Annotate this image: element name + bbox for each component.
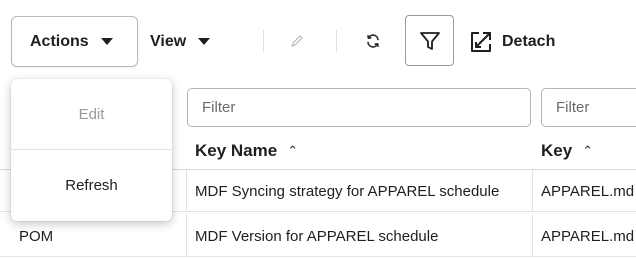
caret-down-icon [198, 38, 211, 45]
column-header-key-name[interactable]: Key Name ⌃ [195, 132, 298, 170]
detach-label: Detach [502, 32, 556, 50]
table-view: Actions View Detach Filter Filter Key Na… [0, 0, 636, 259]
row-id-cell: POM [19, 227, 54, 245]
toolbar: Actions View Detach [0, 0, 636, 84]
filter-icon [419, 31, 440, 50]
actions-label: Actions [30, 32, 89, 50]
key-name-cell: MDF Syncing strategy for APPAREL schedul… [195, 182, 500, 200]
column-divider [186, 215, 187, 257]
actions-menu-button[interactable]: Actions [11, 16, 138, 67]
toolbar-divider [263, 30, 264, 52]
view-label: View [150, 32, 187, 50]
key-cell: APPAREL.md [541, 227, 635, 245]
detach-icon [471, 31, 491, 52]
column-divider [532, 170, 533, 212]
table-row[interactable]: POM MDF Version for APPAREL schedule APP… [0, 215, 636, 257]
actions-dropdown-menu: Edit Refresh [11, 79, 172, 221]
key-cell: APPAREL.md [541, 182, 635, 200]
refresh-icon [367, 34, 379, 48]
refresh-button[interactable] [358, 24, 388, 58]
sort-icon[interactable]: ⌃ [582, 143, 593, 159]
key-name-cell: MDF Version for APPAREL schedule [195, 227, 439, 245]
detach-button[interactable]: Detach [469, 16, 555, 67]
menu-item-edit: Edit [78, 105, 105, 123]
edit-button[interactable] [282, 24, 312, 58]
key-name-filter-input[interactable] [187, 88, 531, 127]
column-divider [186, 170, 187, 212]
column-header-label: Key [541, 141, 573, 160]
column-header-label: Key Name [195, 141, 278, 160]
view-menu-button[interactable]: View [150, 16, 211, 67]
key-filter-input[interactable] [541, 88, 636, 127]
caret-down-icon [100, 38, 113, 45]
column-header-key[interactable]: Key ⌃ [541, 132, 593, 170]
column-divider [532, 215, 533, 257]
sort-icon[interactable]: ⌃ [287, 143, 298, 159]
menu-item-refresh[interactable]: Refresh [11, 150, 172, 220]
filter-toggle-button[interactable] [405, 15, 454, 66]
pencil-icon [291, 35, 303, 47]
toolbar-divider [336, 30, 337, 52]
